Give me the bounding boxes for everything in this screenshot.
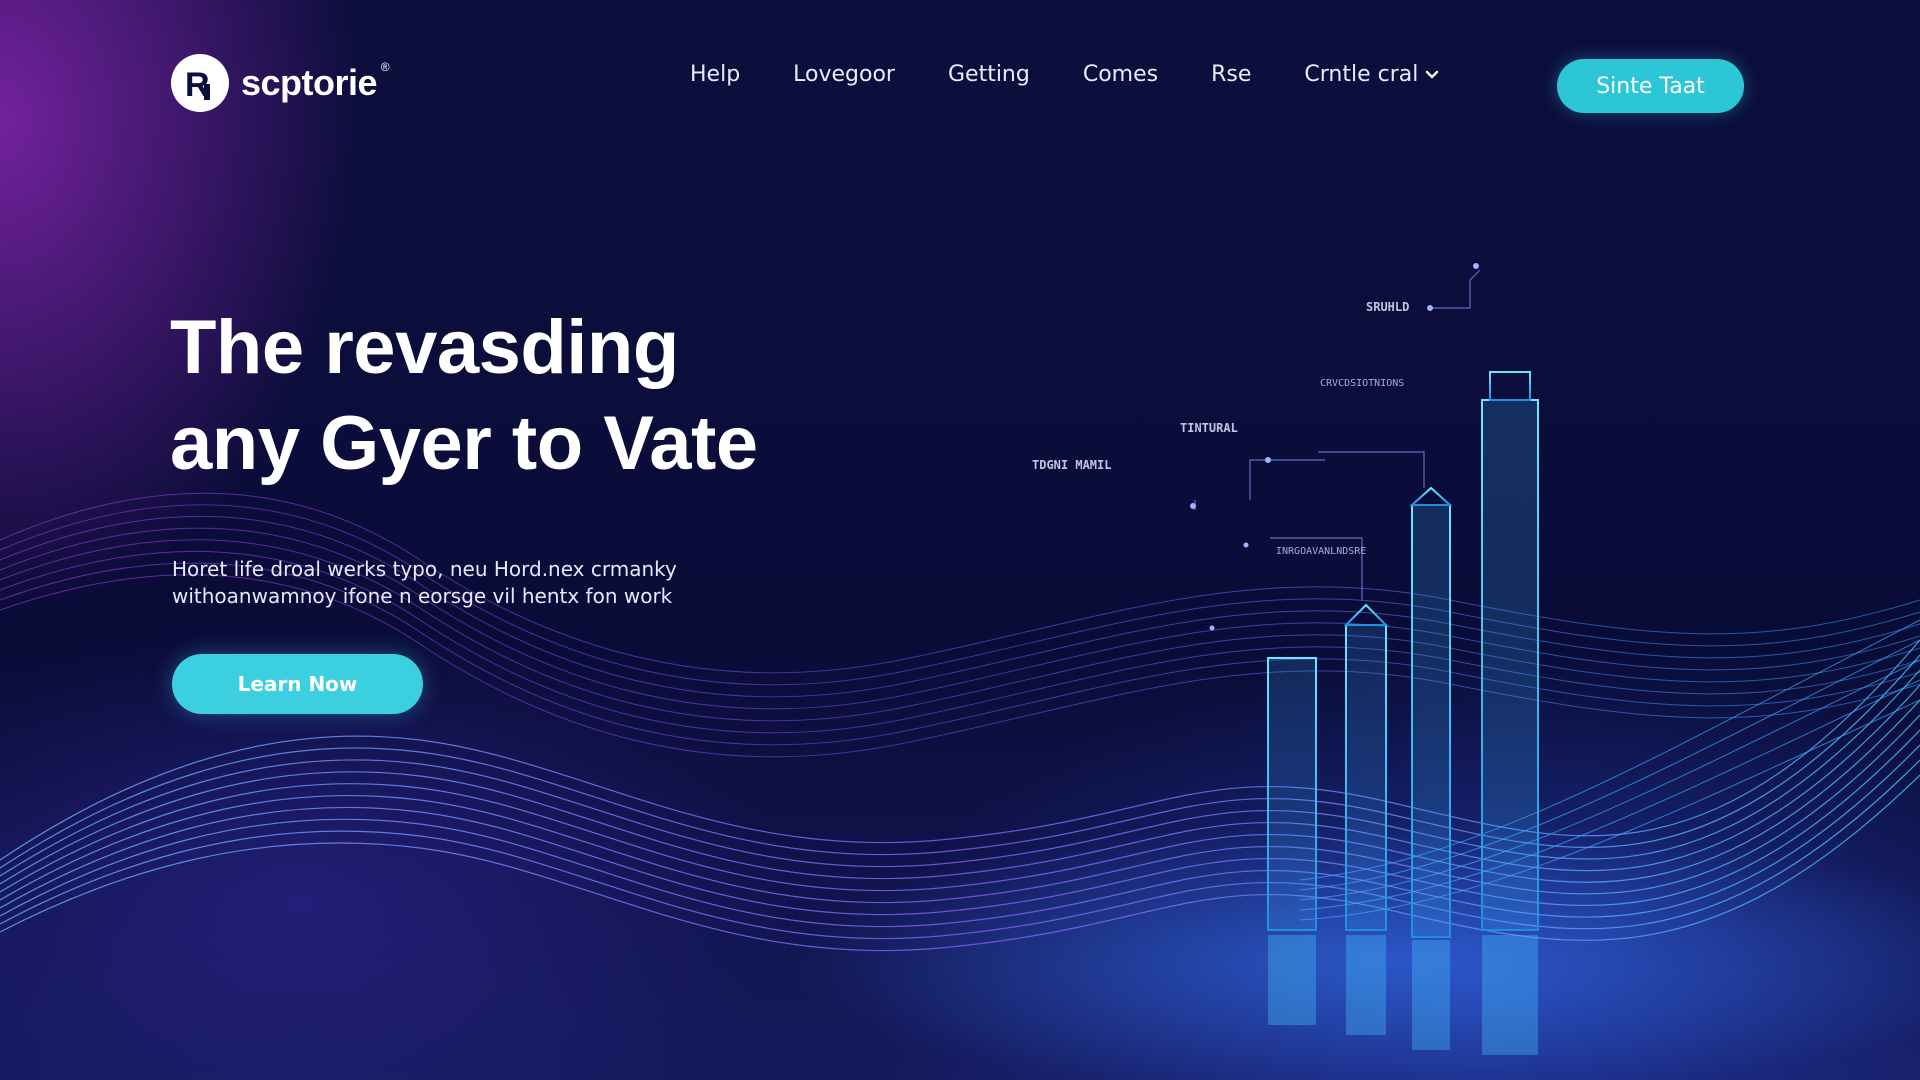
nav-item-label: Help xyxy=(690,62,741,87)
hero-subtitle-line-2: withoanwamnoy ifone n eorsge vil hentx f… xyxy=(172,584,673,608)
tower-2 xyxy=(1343,580,1389,931)
site-header: R scptorie ® Help Lovegoor Getting Comes xyxy=(0,0,1920,170)
hero-title-line-1: The revasding xyxy=(170,305,679,390)
hero-subtitle: Horet life droal werks typo, neu Hord.ne… xyxy=(172,556,812,610)
nav-item-help[interactable]: Help xyxy=(690,62,740,87)
nav-item-getting[interactable]: Getting xyxy=(948,62,1030,87)
tower-3 xyxy=(1409,460,1453,938)
nav-item-label: Getting xyxy=(947,62,1030,87)
main-nav: Help Lovegoor Getting Comes Rse Crntle c… xyxy=(690,62,1440,87)
nav-item-label: Crntle cral xyxy=(1304,62,1419,87)
registered-mark: ® xyxy=(380,60,390,74)
hero-subtitle-line-1: Horet life droal werks typo, neu Hord.ne… xyxy=(172,557,677,581)
tower-4 xyxy=(1481,260,1539,931)
illustration-label: TDGNI MAMIL xyxy=(1032,458,1112,472)
nav-item-dropdown[interactable]: Crntle cral xyxy=(1304,62,1440,87)
nav-item-label: Rse xyxy=(1211,62,1252,87)
wave-back xyxy=(0,492,1920,758)
learn-now-button[interactable]: Learn Now xyxy=(172,654,423,714)
header-cta-button[interactable]: Sinte Taat xyxy=(1557,59,1744,113)
nav-item-lovegoor[interactable]: Lovegoor xyxy=(793,62,895,87)
logo-mark-icon: R xyxy=(171,54,229,112)
illustration-label: CRVCDSIOTNIONS xyxy=(1320,378,1405,389)
brand-name-text: scptorie xyxy=(241,62,378,103)
nav-item-rse[interactable]: Rse xyxy=(1211,62,1251,87)
hero-title-line-2: any Gyer to Vate xyxy=(170,401,758,486)
nav-item-comes[interactable]: Comes xyxy=(1083,62,1158,87)
illustration-label: TINTURAL xyxy=(1180,421,1238,435)
hero-title: The revasding any Gyer to Vate xyxy=(170,300,930,492)
logo[interactable]: R scptorie ® xyxy=(171,54,390,112)
nav-item-label: Lovegoor xyxy=(793,62,895,87)
nav-item-label: Comes xyxy=(1082,62,1159,87)
brand-name: scptorie ® xyxy=(241,60,390,104)
illustration-label: SRUHLD xyxy=(1366,300,1410,314)
landing-page: TDGNI MAMIL SRUHLD TINTURAL CRVCDSIOTNIO… xyxy=(0,0,1920,1080)
illustration-label: INRGOAVANLNDSRE xyxy=(1276,546,1367,557)
tower-1 xyxy=(1267,657,1317,931)
chevron-down-icon xyxy=(1426,70,1439,78)
